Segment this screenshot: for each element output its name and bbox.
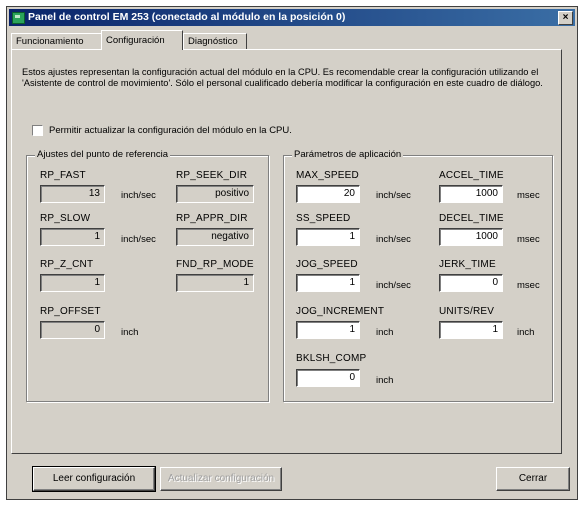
rp-appr-dir-field[interactable]: negativo: [176, 228, 254, 246]
tab-funcionamiento[interactable]: Funcionamiento: [11, 33, 103, 49]
close-button[interactable]: Cerrar: [496, 467, 570, 491]
description-text: Estos ajustes representan la configuraci…: [22, 67, 543, 88]
title-bar[interactable]: Panel de control EM 253 (conectado al mó…: [9, 9, 575, 26]
jog-speed-label: JOG_SPEED: [296, 259, 358, 270]
reference-point-group-title: Ajustes del punto de referencia: [35, 149, 170, 160]
rp-appr-dir-label: RP_APPR_DIR: [176, 213, 248, 224]
max-speed-unit: inch/sec: [376, 190, 411, 201]
ss-speed-label: SS_SPEED: [296, 213, 351, 224]
rp-slow-field[interactable]: 1: [40, 228, 105, 246]
read-config-button[interactable]: Leer configuración: [32, 466, 156, 492]
rp-fast-unit: inch/sec: [121, 190, 156, 201]
accel-time-unit: msec: [517, 190, 540, 201]
rp-offset-field[interactable]: 0: [40, 321, 105, 339]
units-rev-field[interactable]: 1: [439, 321, 503, 339]
max-speed-field[interactable]: 20: [296, 185, 360, 203]
rp-z-cnt-field[interactable]: 1: [40, 274, 105, 292]
jog-increment-unit: inch: [376, 327, 394, 338]
fnd-rp-mode-field[interactable]: 1: [176, 274, 254, 292]
decel-time-unit: msec: [517, 234, 540, 245]
tab-diagnostico[interactable]: Diagnóstico: [183, 33, 247, 49]
jerk-time-field[interactable]: 0: [439, 274, 503, 292]
app-icon: [12, 12, 25, 24]
close-icon[interactable]: ×: [558, 11, 573, 25]
rp-slow-unit: inch/sec: [121, 234, 156, 245]
rp-offset-unit: inch: [121, 327, 139, 338]
rp-seek-dir-label: RP_SEEK_DIR: [176, 170, 248, 181]
allow-update-label: Permitir actualizar la configuración del…: [49, 125, 292, 136]
window-title: Panel de control EM 253 (conectado al mó…: [28, 11, 346, 23]
rp-fast-label: RP_FAST: [40, 170, 86, 181]
rp-offset-label: RP_OFFSET: [40, 306, 101, 317]
ss-speed-field[interactable]: 1: [296, 228, 360, 246]
bklsh-comp-label: BKLSH_COMP: [296, 353, 367, 364]
decel-time-label: DECEL_TIME: [439, 213, 504, 224]
ss-speed-unit: inch/sec: [376, 234, 411, 245]
units-rev-label: UNITS/REV: [439, 306, 495, 317]
decel-time-field[interactable]: 1000: [439, 228, 503, 246]
bklsh-comp-unit: inch: [376, 375, 394, 386]
jog-increment-field[interactable]: 1: [296, 321, 360, 339]
rp-slow-label: RP_SLOW: [40, 213, 91, 224]
rp-seek-dir-field[interactable]: positivo: [176, 185, 254, 203]
accel-time-label: ACCEL_TIME: [439, 170, 504, 181]
tab-configuracion[interactable]: Configuración: [101, 30, 183, 50]
bklsh-comp-field[interactable]: 0: [296, 369, 360, 387]
update-config-button[interactable]: Actualizar configuración: [160, 467, 282, 491]
application-params-group-title: Parámetros de aplicación: [292, 149, 404, 160]
units-rev-unit: inch: [517, 327, 535, 338]
jog-increment-label: JOG_INCREMENT: [296, 306, 385, 317]
rp-z-cnt-label: RP_Z_CNT: [40, 259, 94, 270]
accel-time-field[interactable]: 1000: [439, 185, 503, 203]
rp-fast-field[interactable]: 13: [40, 185, 105, 203]
jerk-time-label: JERK_TIME: [439, 259, 496, 270]
fnd-rp-mode-label: FND_RP_MODE: [176, 259, 254, 270]
jog-speed-field[interactable]: 1: [296, 274, 360, 292]
max-speed-label: MAX_SPEED: [296, 170, 359, 181]
jerk-time-unit: msec: [517, 280, 540, 291]
jog-speed-unit: inch/sec: [376, 280, 411, 291]
allow-update-checkbox[interactable]: [32, 125, 43, 136]
